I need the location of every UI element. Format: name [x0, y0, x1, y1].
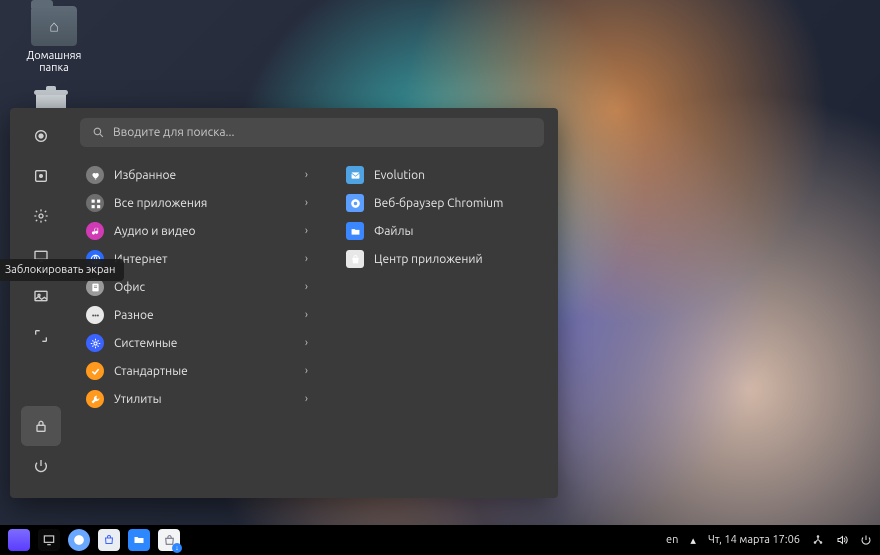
category-label: Утилиты [114, 393, 295, 406]
search-input[interactable]: Вводите для поиска... [80, 118, 544, 147]
category-label: Системные [114, 337, 295, 350]
chevron-right-icon: › [305, 253, 308, 265]
category-item[interactable]: Стандартные › [80, 357, 314, 385]
desktop-icon-home[interactable]: ⌂ Домашняя папка [14, 6, 94, 74]
taskbar-chromium[interactable] [68, 529, 90, 551]
app-label: Центр приложений [374, 253, 538, 266]
download-badge-icon: ↓ [172, 543, 182, 553]
chevron-right-icon: › [305, 365, 308, 377]
power-icon[interactable] [860, 534, 872, 546]
category-label: Избранное [114, 169, 295, 182]
grid-icon [86, 194, 104, 212]
chevron-right-icon: › [305, 337, 308, 349]
menu-body: Вводите для поиска... Избранное›Все прил… [72, 108, 558, 498]
note-icon [86, 222, 104, 240]
rail-power[interactable] [21, 446, 61, 486]
chevron-right-icon: › [305, 197, 308, 209]
network-icon[interactable] [812, 534, 824, 546]
chevron-right-icon: › [305, 225, 308, 237]
check-icon [86, 362, 104, 380]
folder-icon [133, 534, 145, 546]
category-item[interactable]: Утилиты › [80, 385, 314, 413]
category-label: Аудио и видео [114, 225, 295, 238]
tray-lang[interactable]: en [666, 534, 678, 546]
trash-lid-icon [34, 90, 68, 95]
rail-app[interactable] [21, 156, 61, 196]
menu-rail [10, 108, 72, 498]
chevron-right-icon: › [305, 281, 308, 293]
chevron-right-icon: › [305, 169, 308, 181]
category-item[interactable]: Разное › [80, 301, 314, 329]
category-item[interactable]: Все приложения › [80, 189, 314, 217]
app-label: Файлы [374, 225, 538, 238]
system-tray: en ▴ Чт, 14 марта 17:06 [666, 534, 872, 547]
taskbar-files[interactable] [128, 529, 150, 551]
taskbar-show-desktop[interactable] [38, 529, 60, 551]
heart-icon [86, 166, 104, 184]
app-label: Evolution [374, 169, 538, 182]
category-label: Разное [114, 309, 295, 322]
taskbar-store[interactable]: ↓ [158, 529, 180, 551]
folder-icon: ⌂ [31, 6, 77, 46]
category-item[interactable]: Системные › [80, 329, 314, 357]
taskbar-menu-button[interactable] [8, 529, 30, 551]
taskbar: ↓ en ▴ Чт, 14 марта 17:06 [0, 525, 880, 555]
tray-up-icon[interactable]: ▴ [690, 534, 696, 547]
taskbar-launchers: ↓ [8, 529, 180, 551]
category-label: Стандартные [114, 365, 295, 378]
category-label: Офис [114, 281, 295, 294]
rail-lock[interactable] [21, 406, 61, 446]
taskbar-software-center[interactable] [98, 529, 120, 551]
folder-icon [346, 222, 364, 240]
chevron-right-icon: › [305, 393, 308, 405]
application-menu: Вводите для поиска... Избранное›Все прил… [10, 108, 558, 498]
gear-icon [86, 334, 104, 352]
chevron-right-icon: › [305, 309, 308, 321]
app-item[interactable]: Файлы [340, 217, 544, 245]
volume-icon[interactable] [836, 534, 848, 546]
category-label: Интернет [114, 253, 295, 266]
rail-settings[interactable] [21, 196, 61, 236]
mail-icon [346, 166, 364, 184]
app-item[interactable]: Evolution [340, 161, 544, 189]
dots-icon [86, 306, 104, 324]
apps-column: Evolution Веб-браузер Chromium Файлы Центр … [340, 161, 544, 484]
category-item[interactable]: Избранное › [80, 161, 314, 189]
desktop-icon [42, 533, 56, 547]
bag-icon [103, 534, 115, 546]
category-item[interactable]: Аудио и видео › [80, 217, 314, 245]
app-label: Веб-браузер Chromium [374, 197, 538, 210]
rail-record[interactable] [21, 116, 61, 156]
rail-picture[interactable] [21, 276, 61, 316]
search-icon [92, 126, 105, 139]
desktop-icon-label: Домашняя папка [14, 50, 94, 74]
bag-icon [346, 250, 364, 268]
app-item[interactable]: Центр приложений [340, 245, 544, 273]
categories-column: Избранное›Все приложения›Аудио и видео›И… [80, 161, 314, 484]
tray-datetime[interactable]: Чт, 14 марта 17:06 [708, 534, 800, 546]
chrome-icon [346, 194, 364, 212]
app-item[interactable]: Веб-браузер Chromium [340, 189, 544, 217]
rail-lock-tooltip: Заблокировать экран [0, 259, 124, 281]
tool-icon [86, 390, 104, 408]
rail-expand[interactable] [21, 316, 61, 356]
category-label: Все приложения [114, 197, 295, 210]
search-placeholder: Вводите для поиска... [113, 126, 234, 139]
